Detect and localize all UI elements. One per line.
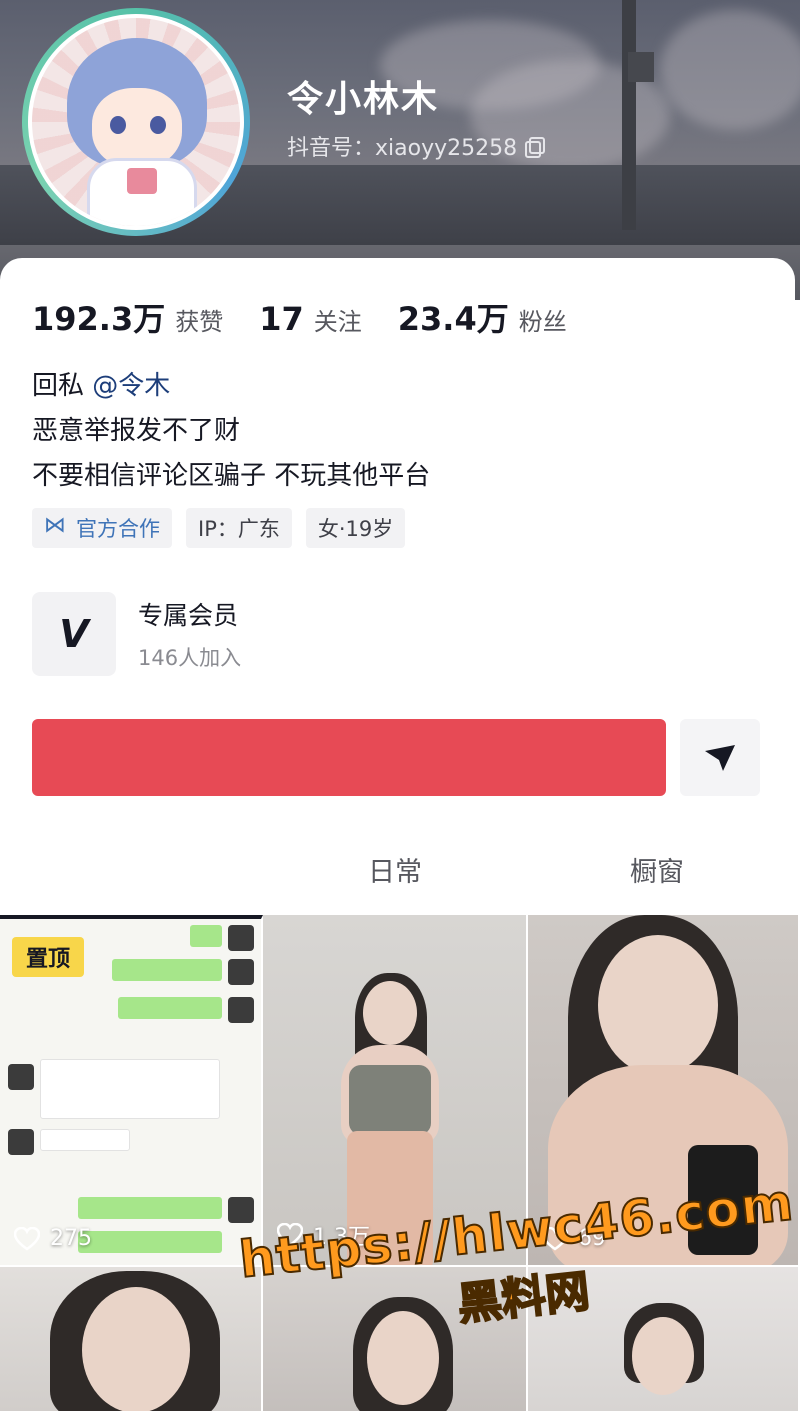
stats-row: 192.3万 获赞 17 关注 23.4万 粉丝 [32, 294, 567, 340]
chat-bubble [40, 1059, 220, 1119]
member-title: 专属会员 [138, 601, 239, 630]
member-v-icon: V [32, 592, 116, 676]
chat-avatar [8, 1129, 34, 1155]
share-button[interactable] [680, 719, 760, 796]
chat-bubble [118, 997, 222, 1019]
member-count: 146人加入 [138, 646, 242, 670]
exclusive-member-entry[interactable]: V 专属会员 146人加入 [32, 592, 241, 676]
figure-head [632, 1317, 694, 1395]
avatar-tie [127, 168, 157, 194]
chat-bubble [78, 1197, 222, 1219]
stat-followers-label: 粉丝 [518, 308, 567, 336]
cloud-shape [660, 10, 800, 130]
figure-head [363, 981, 417, 1045]
stat-following-label: 关注 [313, 308, 362, 336]
chat-bubble [40, 1129, 130, 1151]
bio-line-1: 回私 @令木 [32, 364, 430, 409]
bio-mention-link[interactable]: @令木 [92, 371, 170, 401]
profile-card: 192.3万 获赞 17 关注 23.4万 粉丝 回私 @令木 恶意举报发不了财… [0, 258, 795, 918]
chat-bubble [190, 925, 222, 947]
copy-icon[interactable] [525, 137, 546, 158]
bio: 回私 @令木 恶意举报发不了财 不要相信评论区骗子 不玩其他平台 [32, 364, 430, 499]
chat-avatar [228, 959, 254, 985]
heart-icon [14, 1226, 40, 1251]
tag-ip: IP：广东 [186, 508, 292, 548]
chat-avatar [8, 1064, 34, 1090]
stat-likes-label: 获赞 [175, 308, 224, 336]
douyin-id-text: 抖音号：xiaoyy25258 [287, 136, 518, 161]
figure-top [349, 1065, 431, 1135]
pinned-badge: 置顶 [12, 937, 84, 977]
avatar[interactable] [22, 8, 250, 236]
chat-bubble [112, 959, 222, 981]
tab-window[interactable]: 橱窗 [630, 850, 684, 889]
stat-following-value: 17 [259, 300, 304, 338]
tag-official-label: 官方合作 [76, 517, 160, 541]
follow-button[interactable] [32, 719, 666, 796]
bio-line-2: 恶意举报发不了财 [32, 416, 241, 446]
avatar-eye [110, 116, 126, 134]
video-tile-pinned[interactable]: 置顶 275 [0, 915, 263, 1267]
stat-likes-value: 192.3万 [32, 300, 166, 338]
avatar-face [92, 88, 182, 168]
bio-prefix: 回私 [32, 371, 93, 401]
chat-avatar [228, 997, 254, 1023]
member-text: 专属会员 146人加入 [138, 596, 241, 672]
content-tabs: 日常 橱窗 [0, 850, 795, 910]
video-tile[interactable] [0, 1267, 263, 1413]
nickname: 令小林木 [287, 79, 440, 120]
douyin-id-row[interactable]: 抖音号：xiaoyy25258 [287, 130, 546, 162]
video-likes-count: 275 [50, 1226, 92, 1251]
stat-followers-value: 23.4万 [397, 300, 509, 338]
avatar-image [28, 14, 244, 230]
stat-followers[interactable]: 23.4万 粉丝 [398, 294, 567, 340]
bio-line-3: 不要相信评论区骗子 不玩其他平台 [32, 461, 431, 491]
chat-avatar [228, 1197, 254, 1223]
video-likes: 275 [14, 1226, 92, 1251]
pole-shape [622, 0, 636, 230]
chat-bubble [78, 1231, 222, 1253]
profile-tags: 官方合作 IP：广东 女·19岁 [32, 508, 406, 548]
figure-head [82, 1287, 190, 1411]
pole-box-shape [628, 52, 654, 82]
official-cooperation-icon [44, 513, 70, 539]
tag-official-cooperation[interactable]: 官方合作 [32, 508, 172, 548]
avatar-eye [150, 116, 166, 134]
share-arrow-icon [705, 744, 735, 771]
tab-daily[interactable]: 日常 [368, 850, 422, 889]
figure-head [598, 935, 718, 1075]
tag-gender-age: 女·19岁 [305, 508, 406, 548]
stat-likes[interactable]: 192.3万 获赞 [32, 294, 223, 340]
chat-avatar [228, 925, 254, 951]
stat-following[interactable]: 17 关注 [259, 300, 362, 338]
